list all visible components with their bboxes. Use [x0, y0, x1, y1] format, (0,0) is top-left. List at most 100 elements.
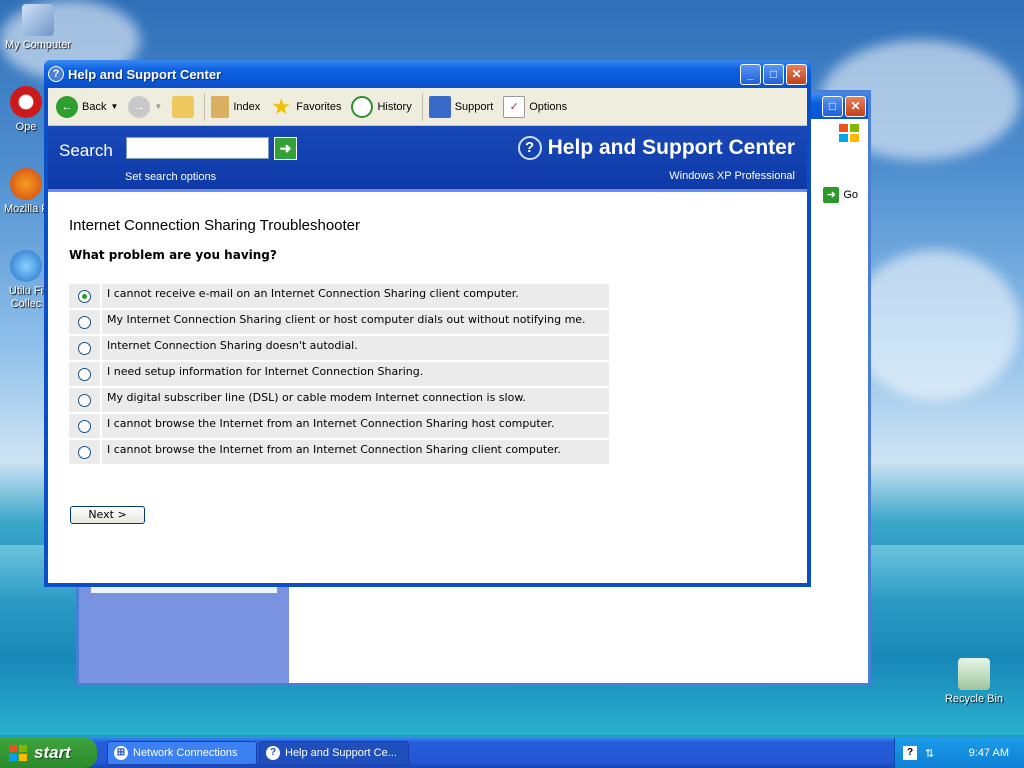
back-arrow-icon: ←	[56, 95, 78, 118]
cloud	[850, 250, 1020, 400]
utilu-icon	[10, 250, 42, 282]
radio-button[interactable]	[78, 341, 91, 355]
network-icon: ⊞	[114, 746, 128, 760]
clock[interactable]: 9:47 AM	[969, 747, 1009, 759]
desktop-icon-label: Recycle Bin	[944, 693, 1004, 705]
taskbar-item-network-connections[interactable]: ⊞ Network Connections	[107, 741, 257, 765]
help-icon: ?	[48, 66, 64, 82]
start-label: start	[34, 743, 71, 762]
radio-button[interactable]	[78, 289, 91, 303]
help-support-window[interactable]: ? Help and Support Center _ □ ✕ ← Back ▼…	[44, 60, 811, 587]
set-search-options-link[interactable]: Set search options	[125, 171, 216, 183]
options-button[interactable]: ✓ Options	[503, 95, 568, 118]
option-row[interactable]: I cannot browse the Internet from an Int…	[69, 414, 609, 440]
app-title-text: Help and Support Center	[547, 136, 795, 159]
titlebar[interactable]: ? Help and Support Center _ □ ✕	[44, 60, 811, 88]
favorites-star-icon: ★	[271, 93, 292, 119]
option-row[interactable]: My Internet Connection Sharing client or…	[69, 310, 609, 336]
history-label: History	[377, 100, 412, 113]
option-text[interactable]: My digital subscriber line (DSL) or cabl…	[102, 388, 609, 414]
computer-icon	[22, 4, 54, 36]
home-icon	[172, 95, 195, 118]
forward-arrow-icon: →	[128, 95, 151, 118]
desktop-icon-label: Collec	[10, 298, 42, 310]
option-row[interactable]: My digital subscriber line (DSL) or cabl…	[69, 388, 609, 414]
option-row[interactable]: I cannot browse the Internet from an Int…	[69, 440, 609, 466]
back-button[interactable]: ← Back ▼	[56, 95, 118, 118]
page-title: Internet Connection Sharing Troubleshoot…	[69, 217, 361, 234]
radio-button[interactable]	[78, 367, 91, 381]
desktop-icon-label: Mozilla F	[3, 203, 48, 215]
edition-label: Windows XP Professional	[669, 170, 795, 182]
favorites-button[interactable]: ★ Favorites	[270, 93, 342, 119]
support-button[interactable]: Support	[428, 95, 494, 118]
help-circle-icon: ?	[517, 136, 542, 160]
task-label: Help and Support Ce...	[285, 747, 397, 759]
recycle-bin-icon	[958, 658, 990, 690]
options-checklist-icon: ✓	[503, 95, 526, 118]
minimize-button[interactable]: _	[740, 63, 761, 85]
option-text[interactable]: My Internet Connection Sharing client or…	[102, 310, 609, 336]
radio-button[interactable]	[78, 315, 91, 329]
option-text[interactable]: I need setup information for Internet Co…	[102, 362, 609, 388]
radio-button[interactable]	[78, 419, 91, 433]
dropdown-arrow-icon[interactable]: ▼	[154, 102, 162, 111]
firefox-icon	[10, 168, 42, 200]
radio-button[interactable]	[78, 445, 91, 459]
option-text[interactable]: I cannot browse the Internet from an Int…	[102, 440, 609, 466]
taskbar-item-help-support[interactable]: ? Help and Support Ce...	[259, 741, 409, 765]
search-label: Search	[59, 141, 113, 160]
desktop-icon-label: My Computer	[4, 39, 72, 51]
close-button[interactable]: ✕	[786, 63, 807, 85]
forward-button[interactable]: → ▼	[128, 95, 162, 118]
home-button[interactable]	[172, 95, 195, 118]
app-title: ? Help and Support Center	[517, 136, 795, 160]
option-text[interactable]: I cannot browse the Internet from an Int…	[102, 414, 609, 440]
toolbar-separator	[204, 92, 206, 121]
next-button[interactable]: Next >	[70, 506, 145, 524]
search-banner: Search ➜ Set search options ? Help and S…	[48, 126, 807, 192]
radio-button[interactable]	[78, 393, 91, 407]
network-tray-icon[interactable]: ⇅	[925, 747, 934, 760]
dropdown-arrow-icon[interactable]: ▼	[110, 102, 118, 111]
support-icon	[428, 95, 451, 118]
option-row[interactable]: I need setup information for Internet Co…	[69, 362, 609, 388]
windows-logo-icon	[839, 124, 859, 142]
opera-icon	[10, 86, 42, 118]
desktop-icon-label: Ope	[15, 121, 37, 133]
options-list: I cannot receive e-mail on an Internet C…	[69, 284, 609, 466]
help-icon: ?	[266, 746, 280, 760]
index-book-icon	[211, 95, 230, 118]
bg-close-button[interactable]: ✕	[845, 96, 866, 117]
option-row[interactable]: I cannot receive e-mail on an Internet C…	[69, 284, 609, 310]
options-label: Options	[529, 100, 568, 113]
window-title: Help and Support Center	[68, 66, 222, 82]
index-button[interactable]: Index	[211, 95, 260, 118]
history-clock-icon	[351, 95, 374, 118]
task-label: Network Connections	[133, 747, 238, 759]
search-input[interactable]	[126, 137, 269, 159]
tray-help-icon[interactable]: ?	[903, 746, 917, 760]
content-pane: Internet Connection Sharing Troubleshoot…	[48, 192, 807, 583]
bg-maximize-button[interactable]: □	[822, 96, 843, 117]
question-label: What problem are you having?	[69, 248, 277, 262]
desktop-icon-label: Utilu Fi	[8, 285, 44, 297]
go-label: Go	[843, 189, 858, 201]
toolbar-separator	[421, 92, 423, 121]
windows-logo-icon	[9, 744, 27, 762]
maximize-button[interactable]: □	[763, 63, 784, 85]
option-text[interactable]: Internet Connection Sharing doesn't auto…	[102, 336, 609, 362]
back-label: Back	[82, 100, 107, 113]
desktop-icon-recycle-bin[interactable]: Recycle Bin	[936, 658, 1012, 706]
desktop-icon-my-computer[interactable]: My Computer	[0, 4, 76, 52]
option-text[interactable]: I cannot receive e-mail on an Internet C…	[102, 284, 609, 310]
history-button[interactable]: History	[351, 95, 412, 118]
option-row[interactable]: Internet Connection Sharing doesn't auto…	[69, 336, 609, 362]
taskbar: start ⊞ Network Connections ? Help and S…	[0, 738, 1024, 768]
search-go-button[interactable]: ➜	[274, 137, 297, 160]
support-label: Support	[454, 100, 494, 113]
system-tray: ? ⇅ 9:47 AM	[894, 738, 1024, 768]
start-button[interactable]: start	[0, 738, 97, 768]
go-button[interactable]: ➜ Go	[819, 185, 862, 205]
favorites-label: Favorites	[296, 100, 342, 113]
